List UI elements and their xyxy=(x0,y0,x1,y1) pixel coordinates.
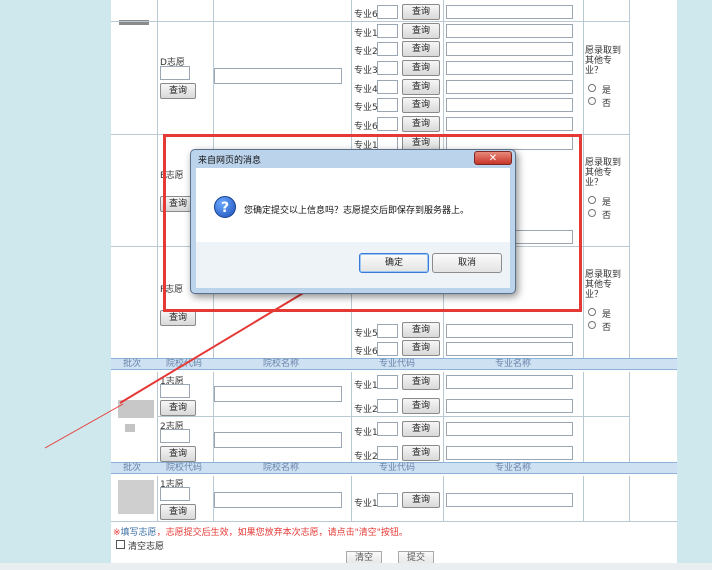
cancel-button[interactable]: 取消 xyxy=(432,253,502,273)
dialog-message: 您确定提交以上信息吗？志愿提交后即保存到服务器上。 xyxy=(244,206,470,216)
close-icon[interactable]: ✕ xyxy=(474,151,512,165)
question-icon: ? xyxy=(214,196,236,218)
annotation-arrow-line xyxy=(44,403,124,449)
dialog-title: 来自网页的消息 xyxy=(198,156,262,166)
ok-button[interactable]: 确定 xyxy=(359,253,429,273)
